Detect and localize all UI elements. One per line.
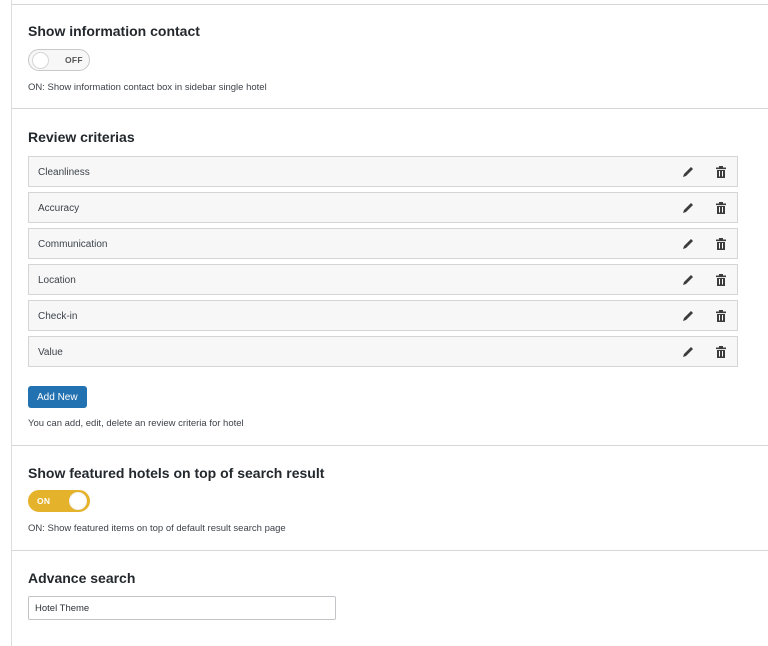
criteria-list: Cleanliness Accuracy Communication Locat… [28, 156, 738, 372]
contact-description: ON: Show information contact box in side… [28, 82, 267, 93]
trash-icon[interactable] [714, 165, 728, 179]
list-item: Accuracy [28, 192, 738, 223]
toggle-label: ON [37, 496, 51, 506]
trash-icon[interactable] [714, 201, 728, 215]
pencil-icon[interactable] [681, 201, 695, 215]
criteria-label: Check-in [38, 311, 78, 322]
pencil-icon[interactable] [681, 309, 695, 323]
pencil-icon[interactable] [681, 345, 695, 359]
toggle-knob [69, 492, 87, 510]
criteria-label: Location [38, 275, 76, 286]
list-item: Cleanliness [28, 156, 738, 187]
section-title: Review criterias [28, 129, 135, 145]
trash-icon[interactable] [714, 237, 728, 251]
advance-search-input[interactable] [28, 596, 336, 620]
pencil-icon[interactable] [681, 273, 695, 287]
list-item: Location [28, 264, 738, 295]
featured-toggle[interactable]: ON [28, 490, 90, 512]
criteria-description: You can add, edit, delete an review crit… [28, 418, 244, 429]
criteria-label: Value [38, 347, 63, 358]
section-title: Show featured hotels on top of search re… [28, 465, 325, 481]
list-item: Communication [28, 228, 738, 259]
list-item: Value [28, 336, 738, 367]
toggle-label: OFF [65, 55, 83, 65]
section-title: Advance search [28, 570, 136, 586]
trash-icon[interactable] [714, 273, 728, 287]
pencil-icon[interactable] [681, 165, 695, 179]
toggle-knob [32, 51, 49, 69]
criteria-label: Communication [38, 239, 108, 250]
section-advance-search: Advance search [12, 550, 768, 646]
criteria-label: Accuracy [38, 203, 80, 214]
section-title: Show information contact [28, 23, 200, 39]
contact-toggle[interactable]: OFF [28, 49, 90, 71]
trash-icon[interactable] [714, 345, 728, 359]
list-item: Check-in [28, 300, 738, 331]
pencil-icon[interactable] [681, 237, 695, 251]
add-new-button[interactable]: Add New [28, 386, 87, 408]
section-review-criterias: Review criterias Cleanliness Accuracy Co… [12, 108, 768, 445]
trash-icon[interactable] [714, 309, 728, 323]
section-information-contact: Show information contact OFF ON: Show in… [12, 4, 768, 108]
settings-page: Show information contact OFF ON: Show in… [11, 0, 768, 646]
featured-description: ON: Show featured items on top of defaul… [28, 523, 286, 534]
section-featured-hotels: Show featured hotels on top of search re… [12, 445, 768, 550]
criteria-label: Cleanliness [38, 167, 90, 178]
